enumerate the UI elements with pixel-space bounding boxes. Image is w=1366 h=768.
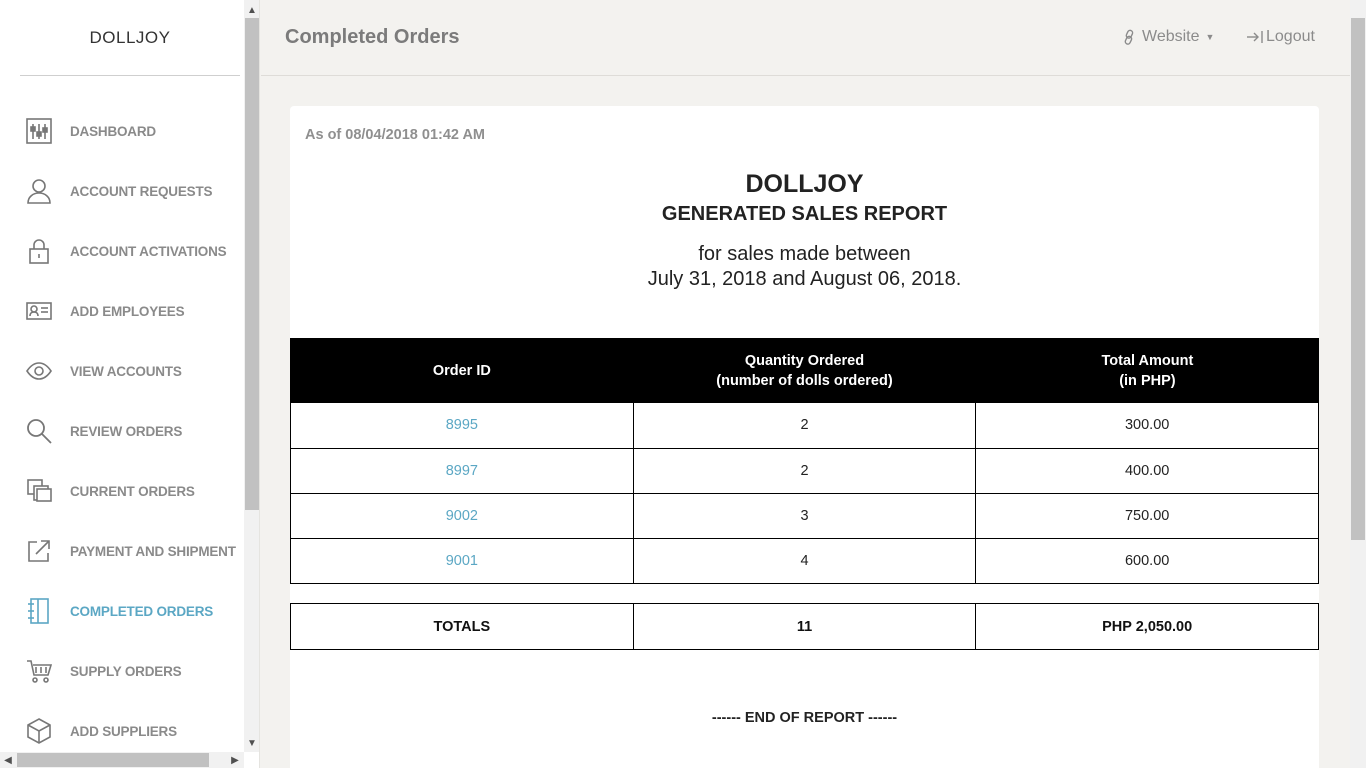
link-icon bbox=[1124, 29, 1134, 45]
lock-icon bbox=[24, 236, 54, 266]
order-id-cell: 8995 bbox=[290, 403, 634, 449]
end-of-report: ------ END OF REPORT ------ bbox=[711, 710, 898, 726]
sidebar-item-supply-orders[interactable]: SUPPLY ORDERS bbox=[24, 653, 239, 689]
table-row: 8997 2 400.00 bbox=[290, 447, 1319, 494]
order-id-link[interactable]: 8995 bbox=[446, 417, 478, 433]
sidebar-item-label: ACCOUNT ACTIVATIONS bbox=[70, 243, 227, 259]
sidebar-item-label: VIEW ACCOUNTS bbox=[70, 363, 182, 379]
search-icon bbox=[24, 416, 54, 446]
top-header: Completed Orders Website ▼ Logout bbox=[261, 0, 1350, 76]
report-timestamp: As of 08/04/2018 01:42 AM bbox=[305, 127, 486, 143]
orders-table: Order ID Quantity Ordered (number of doll… bbox=[290, 338, 1319, 584]
order-id-link[interactable]: 9002 bbox=[446, 508, 478, 524]
report-subtitle-line2: July 31, 2018 and August 06, 2018. bbox=[647, 268, 962, 290]
sidebar: DOLLJOY DASHBOARD ACCOUNT REQUESTS ACCOU… bbox=[0, 0, 260, 768]
sidebar-item-label: COMPLETED ORDERS bbox=[70, 603, 214, 619]
table-row: 8995 2 300.00 bbox=[290, 403, 1319, 449]
sidebar-item-label: ADD EMPLOYEES bbox=[70, 303, 185, 319]
notebook-icon bbox=[24, 596, 54, 626]
sidebar-item-dashboard[interactable]: DASHBOARD bbox=[24, 113, 239, 149]
report-title: GENERATED SALES REPORT bbox=[661, 203, 948, 225]
sidebar-item-label: SUPPLY ORDERS bbox=[70, 663, 182, 679]
totals-label: TOTALS bbox=[290, 603, 634, 650]
sidebar-brand[interactable]: DOLLJOY bbox=[20, 0, 240, 76]
sidebar-item-label: PAYMENT AND SHIPMENT bbox=[70, 543, 236, 559]
eye-icon bbox=[24, 356, 54, 386]
amount-cell: 400.00 bbox=[975, 447, 1319, 494]
order-id-cell: 8997 bbox=[290, 447, 634, 494]
table-row: 9002 3 750.00 bbox=[290, 492, 1319, 539]
column-header-quantity: Quantity Ordered (number of dolls ordered… bbox=[632, 338, 976, 403]
logout-link[interactable]: Logout bbox=[1246, 28, 1315, 46]
sales-report-card: As of 08/04/2018 01:42 AM DOLLJOY GENERA… bbox=[290, 106, 1319, 768]
table-header-row: Order ID Quantity Ordered (number of doll… bbox=[290, 338, 1319, 403]
sidebar-item-label: ADD SUPPLIERS bbox=[70, 723, 177, 739]
quantity-cell: 2 bbox=[632, 403, 977, 449]
sidebar-item-view-accounts[interactable]: VIEW ACCOUNTS bbox=[24, 353, 239, 389]
order-id-cell: 9001 bbox=[290, 537, 634, 584]
scroll-down-arrow-icon[interactable]: ▼ bbox=[244, 735, 259, 751]
totals-quantity: 11 bbox=[632, 603, 977, 650]
sidebar-item-payment-and-shipment[interactable]: PAYMENT AND SHIPMENT bbox=[24, 533, 239, 569]
sidebar-item-account-activations[interactable]: ACCOUNT ACTIVATIONS bbox=[24, 233, 239, 269]
sidebar-item-label: ACCOUNT REQUESTS bbox=[70, 183, 213, 199]
quantity-cell: 3 bbox=[632, 492, 977, 539]
logout-label: Logout bbox=[1266, 28, 1315, 45]
website-label: Website bbox=[1142, 28, 1200, 45]
page-title: Completed Orders bbox=[285, 26, 460, 48]
box-icon bbox=[24, 716, 54, 746]
totals-table: TOTALS 11 PHP 2,050.00 bbox=[290, 603, 1319, 650]
totals-row: TOTALS 11 PHP 2,050.00 bbox=[290, 603, 1319, 650]
sidebar-vertical-scroll-thumb[interactable] bbox=[245, 18, 259, 510]
sidebar-item-label: DASHBOARD bbox=[70, 123, 156, 139]
order-id-cell: 9002 bbox=[290, 492, 634, 539]
user-icon bbox=[24, 176, 54, 206]
amount-cell: 600.00 bbox=[975, 537, 1319, 584]
cart-icon bbox=[24, 656, 54, 686]
amount-cell: 750.00 bbox=[975, 492, 1319, 539]
sidebar-horizontal-scroll-thumb[interactable] bbox=[17, 753, 209, 767]
report-brand: DOLLJOY bbox=[745, 170, 864, 198]
order-id-link[interactable]: 9001 bbox=[446, 553, 478, 569]
scroll-right-arrow-icon[interactable]: ▶ bbox=[227, 752, 243, 768]
logout-icon bbox=[1247, 31, 1263, 43]
table-row: 9001 4 600.00 bbox=[290, 537, 1319, 584]
app-window: DOLLJOY DASHBOARD ACCOUNT REQUESTS ACCOU… bbox=[0, 0, 1366, 768]
sidebar-item-account-requests[interactable]: ACCOUNT REQUESTS bbox=[24, 173, 239, 209]
column-header-order-id: Order ID bbox=[290, 338, 634, 403]
sidebar-item-completed-orders[interactable]: COMPLETED ORDERS bbox=[24, 593, 239, 629]
totals-amount: PHP 2,050.00 bbox=[975, 603, 1319, 650]
order-id-link[interactable]: 8997 bbox=[446, 463, 478, 479]
sidebar-item-add-suppliers[interactable]: ADD SUPPLIERS bbox=[24, 713, 239, 749]
id-card-icon bbox=[24, 296, 54, 326]
report-subtitle-line1: for sales made between bbox=[698, 243, 911, 265]
scroll-left-arrow-icon[interactable]: ◀ bbox=[0, 752, 16, 768]
caret-down-icon: ▼ bbox=[1205, 32, 1215, 42]
external-link-icon bbox=[24, 536, 54, 566]
column-header-amount: Total Amount (in PHP) bbox=[975, 338, 1319, 403]
website-dropdown[interactable]: Website ▼ bbox=[1122, 28, 1214, 46]
copy-icon bbox=[24, 476, 54, 506]
quantity-cell: 2 bbox=[632, 447, 977, 494]
sidebar-item-current-orders[interactable]: CURRENT ORDERS bbox=[24, 473, 239, 509]
main-vertical-scroll-thumb[interactable] bbox=[1351, 18, 1365, 540]
quantity-cell: 4 bbox=[632, 537, 977, 584]
sidebar-item-review-orders[interactable]: REVIEW ORDERS bbox=[24, 413, 239, 449]
sidebar-item-label: REVIEW ORDERS bbox=[70, 423, 183, 439]
sidebar-item-label: CURRENT ORDERS bbox=[70, 483, 195, 499]
scroll-up-arrow-icon[interactable]: ▲ bbox=[244, 2, 259, 18]
amount-cell: 300.00 bbox=[975, 403, 1319, 449]
dashboard-sliders-icon bbox=[24, 116, 54, 146]
sidebar-item-add-employees[interactable]: ADD EMPLOYEES bbox=[24, 293, 239, 329]
